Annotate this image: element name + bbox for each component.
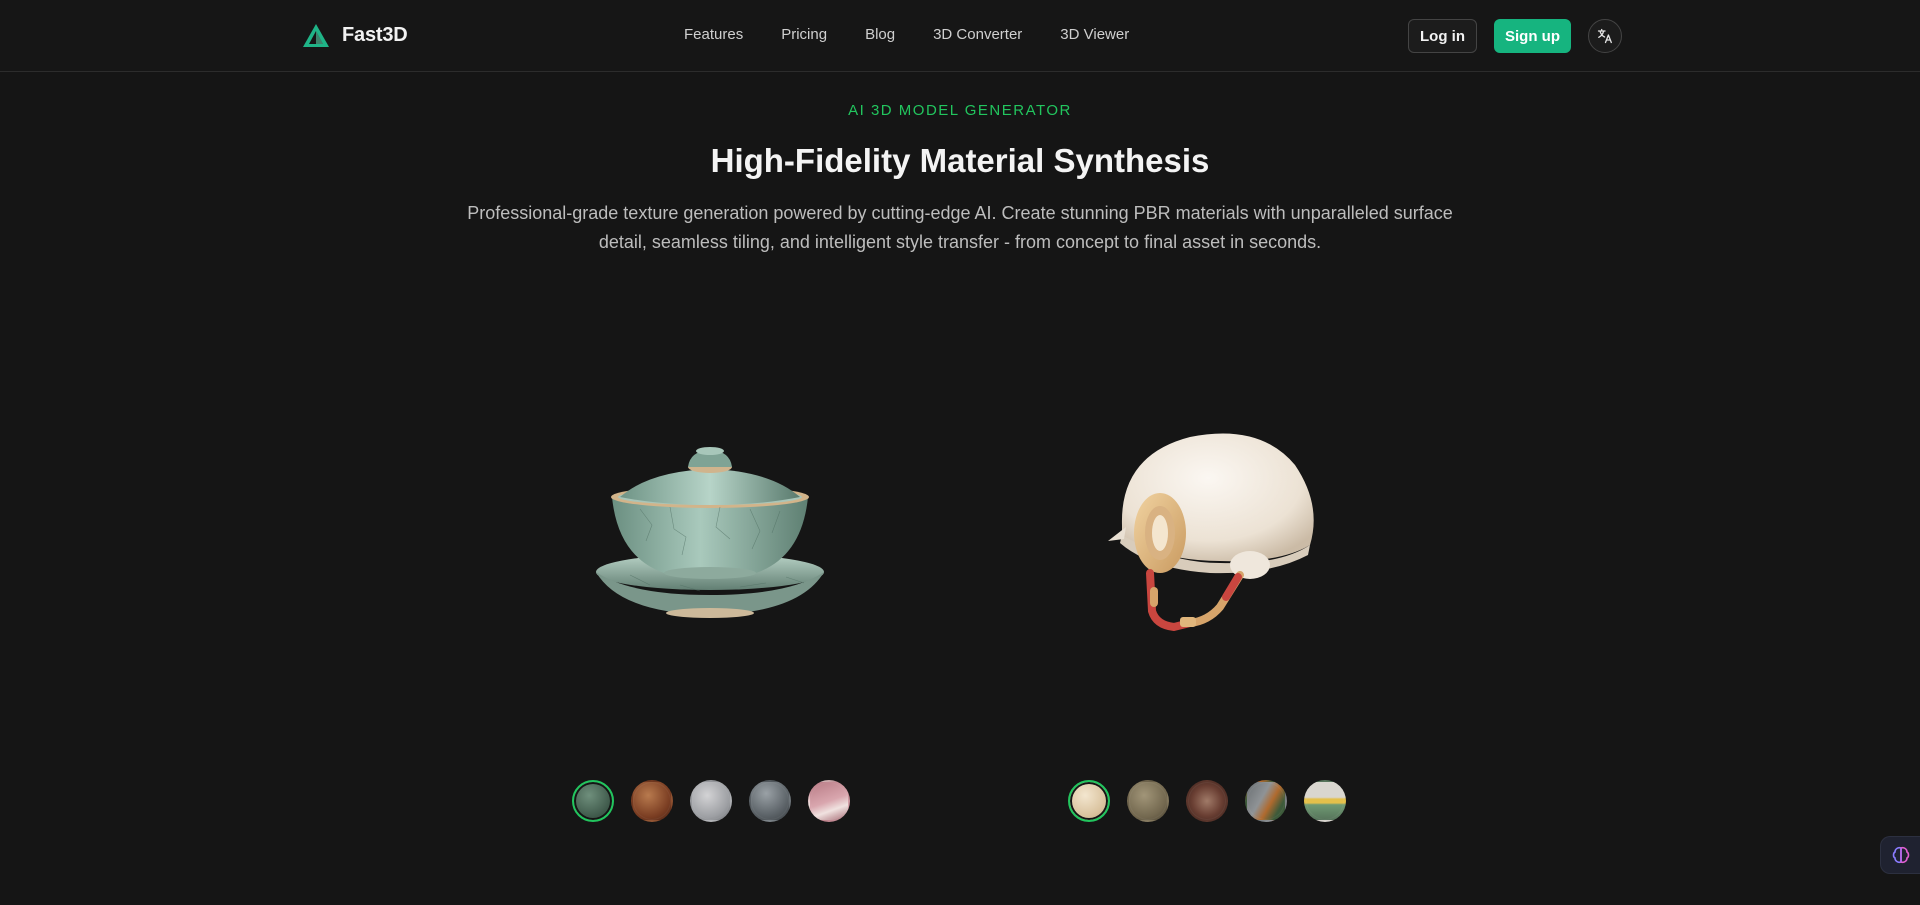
nav-blog[interactable]: Blog xyxy=(865,26,895,43)
helmet-model-viewer[interactable] xyxy=(1100,415,1330,645)
signup-button[interactable]: Sign up xyxy=(1494,19,1571,53)
nav-3d-viewer[interactable]: 3D Viewer xyxy=(1060,26,1129,43)
logo-icon xyxy=(303,24,329,47)
nav-pricing[interactable]: Pricing xyxy=(781,26,827,43)
logo-text: Fast3D xyxy=(342,24,408,46)
swatch-pink-marble[interactable] xyxy=(808,780,850,822)
swatch-crackle-celadon[interactable] xyxy=(572,780,614,822)
assistant-widget[interactable] xyxy=(1880,836,1920,874)
nav-features[interactable]: Features xyxy=(684,26,743,43)
swatch-brushed-silver[interactable] xyxy=(690,780,732,822)
swatch-painted-steel[interactable] xyxy=(1245,780,1287,822)
swatch-cream-leather[interactable] xyxy=(1068,780,1110,822)
swatch-slate-grey[interactable] xyxy=(749,780,791,822)
swatch-rust-copper[interactable] xyxy=(631,780,673,822)
translate-icon xyxy=(1597,28,1612,44)
logo[interactable]: Fast3D xyxy=(302,23,408,48)
swatch-ornate-bronze[interactable] xyxy=(1186,780,1228,822)
site-header: Fast3D Features Pricing Blog 3D Converte… xyxy=(0,0,1920,72)
teacup-model-viewer[interactable] xyxy=(590,445,830,625)
hero-eyebrow: AI 3D MODEL GENERATOR xyxy=(848,102,1072,119)
hero-title: High-Fidelity Material Synthesis xyxy=(710,142,1210,179)
nav-3d-converter[interactable]: 3D Converter xyxy=(933,26,1022,43)
brain-icon xyxy=(1892,846,1909,864)
swatch-olive-fabric[interactable] xyxy=(1127,780,1169,822)
teacup-material-swatches xyxy=(572,780,850,822)
hero-subtitle: Professional-grade texture generation po… xyxy=(467,203,1453,252)
login-button[interactable]: Log in xyxy=(1408,19,1477,53)
swatch-striped-enamel[interactable] xyxy=(1304,780,1346,822)
main-nav: Features Pricing Blog 3D Converter 3D Vi… xyxy=(684,26,1129,43)
language-button[interactable] xyxy=(1588,19,1622,53)
helmet-material-swatches xyxy=(1068,780,1346,822)
